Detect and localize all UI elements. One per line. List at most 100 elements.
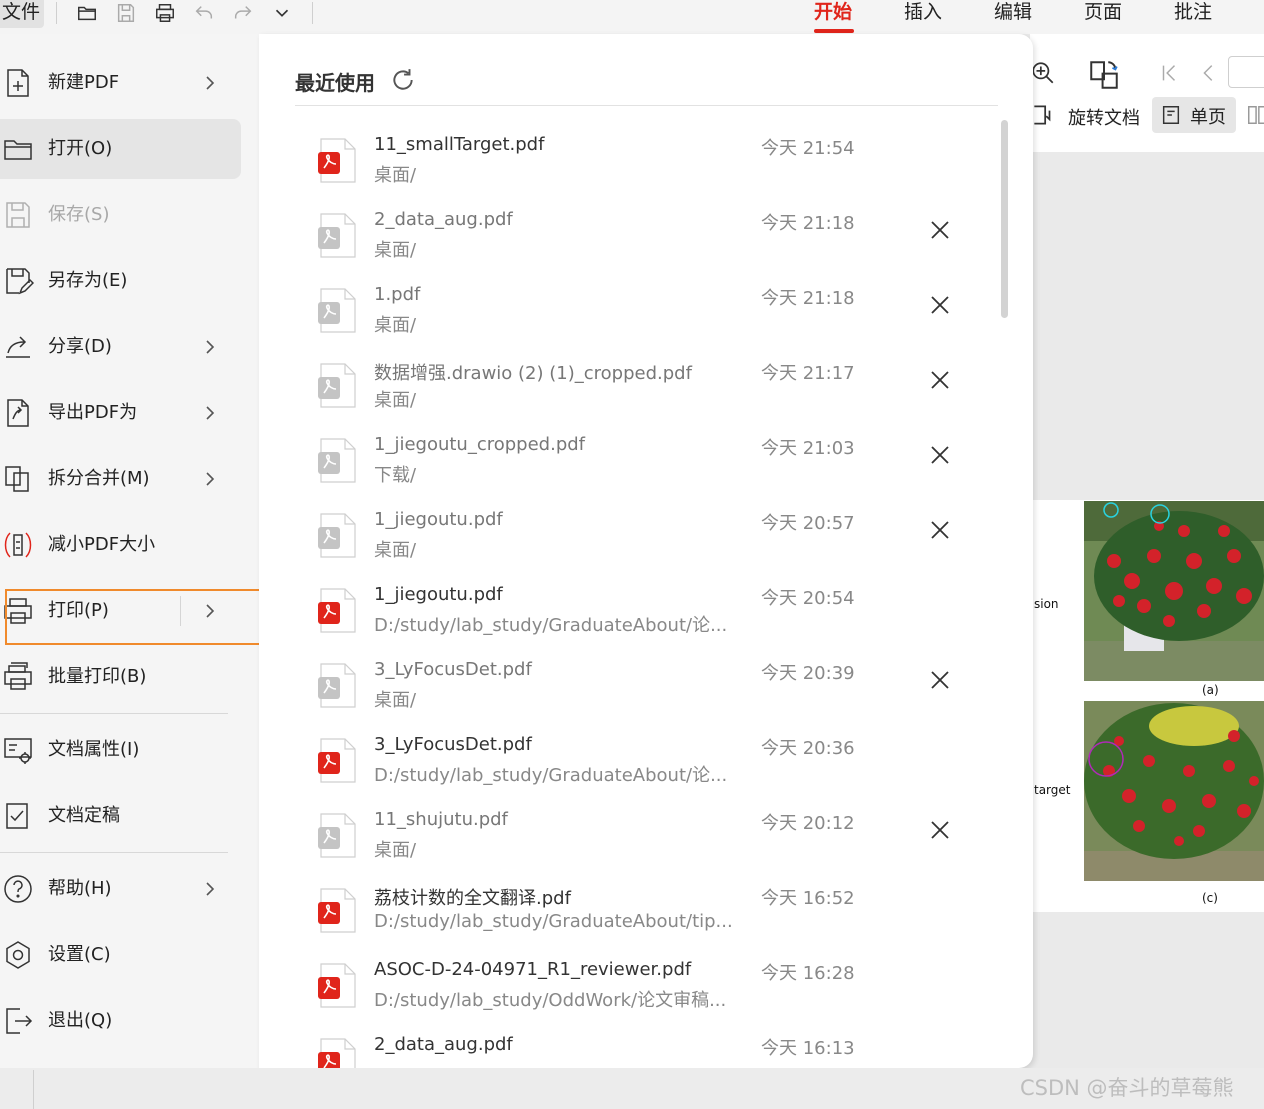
- menu-item-settings[interactable]: 设置(C): [0, 925, 241, 985]
- lychee-tree-photo-c: [1084, 701, 1264, 881]
- menu-item-compress-pdf[interactable]: 减小PDF大小: [0, 515, 241, 575]
- help-icon: [4, 875, 32, 903]
- menu-item-share[interactable]: 分享(D): [0, 317, 241, 377]
- split-merge-icon: [5, 466, 29, 492]
- menu-item-export-pdf[interactable]: 导出PDF为: [0, 383, 241, 443]
- export-pdf-icon: [7, 399, 29, 427]
- pdf-file-icon: [318, 513, 356, 558]
- exit-icon: [6, 1008, 33, 1034]
- menu-item-open[interactable]: 打开(O): [0, 119, 241, 179]
- menu-item-label: 新建PDF: [48, 72, 120, 93]
- prev-page-icon[interactable]: [1198, 62, 1220, 84]
- tab-start[interactable]: 开始: [814, 0, 852, 24]
- fit-page-icon[interactable]: [1030, 102, 1056, 128]
- undo-icon[interactable]: [189, 0, 219, 26]
- recent-file-row[interactable]: 1_jiegoutu_cropped.pdf 下载/今天 21:03: [295, 428, 985, 503]
- recent-file-row[interactable]: ASOC-D-24-04971_R1_reviewer.pdf D:/study/…: [295, 953, 985, 1028]
- pdf-file-icon: [318, 963, 356, 1008]
- recent-file-row[interactable]: 11_shujutu.pdf 桌面/今天 20:12: [295, 803, 985, 878]
- divider: [56, 2, 57, 24]
- menu-item-split-merge[interactable]: 拆分合并(M): [0, 449, 241, 509]
- tab-page[interactable]: 页面: [1084, 0, 1122, 24]
- recent-file-row[interactable]: 数据增强.drawio (2) (1)_cropped.pdf 桌面/今天 21:…: [295, 353, 985, 428]
- menu-item-save[interactable]: 保存(S): [0, 185, 241, 245]
- divider: [295, 105, 998, 106]
- dual-page-icon[interactable]: [1246, 102, 1264, 128]
- recent-file-row[interactable]: 1_jiegoutu.pdf 桌面/今天 20:57: [295, 503, 985, 578]
- file-time: 今天 20:12: [761, 813, 855, 834]
- pdf-file-icon: [318, 438, 356, 483]
- file-name: 1_jiegoutu_cropped.pdf: [374, 434, 586, 455]
- pdf-file-icon: [318, 663, 356, 708]
- file-time: 今天 20:57: [761, 513, 855, 534]
- recent-file-row[interactable]: 1.pdf 桌面/今天 21:18: [295, 278, 985, 353]
- tab-insert[interactable]: 插入: [904, 0, 942, 24]
- menu-item-label: 保存(S): [48, 204, 110, 225]
- file-name: 11_smallTarget.pdf: [374, 134, 545, 155]
- page-number-input[interactable]: [1228, 56, 1264, 88]
- save-as-icon: [6, 268, 34, 295]
- recent-file-row[interactable]: 荔枝计数的全文翻译.pdf D:/study/lab_study/Graduate…: [295, 878, 985, 953]
- file-time: 今天 20:36: [761, 738, 855, 759]
- file-time: 今天 16:52: [761, 888, 855, 909]
- remove-recent-icon[interactable]: [929, 219, 951, 241]
- menu-item-doc-properties[interactable]: 文档属性(I): [0, 720, 241, 780]
- file-time: 今天 16:13: [761, 1038, 855, 1059]
- menu-item-label: 打开(O): [48, 138, 113, 159]
- first-page-icon[interactable]: [1158, 62, 1180, 84]
- chevron-right-icon: [206, 340, 215, 354]
- remove-recent-icon[interactable]: [929, 294, 951, 316]
- redo-icon[interactable]: [228, 0, 258, 26]
- file-name: 数据增强.drawio (2) (1)_cropped.pdf: [374, 363, 692, 384]
- menu-item-save-as[interactable]: 另存为(E): [0, 251, 241, 311]
- remove-recent-icon[interactable]: [929, 369, 951, 391]
- menu-separator: [0, 852, 228, 853]
- tab-edit[interactable]: 编辑: [994, 0, 1032, 24]
- menu-item-label: 导出PDF为: [48, 402, 138, 423]
- remove-recent-icon[interactable]: [929, 669, 951, 691]
- pdf-file-icon: [318, 813, 356, 858]
- menu-item-new-pdf[interactable]: 新建PDF: [0, 53, 241, 113]
- more-icon[interactable]: [267, 0, 297, 26]
- print-highlight-box: [5, 589, 273, 645]
- file-name: ASOC-D-24-04971_R1_reviewer.pdf: [374, 959, 692, 980]
- refresh-icon[interactable]: [390, 67, 416, 93]
- recent-file-row[interactable]: 2_data_aug.pdf 桌面/今天 21:18: [295, 203, 985, 278]
- single-page-button[interactable]: 单页: [1152, 97, 1236, 133]
- rotate-document-icon[interactable]: [1087, 58, 1121, 92]
- recent-file-row[interactable]: 3_LyFocusDet.pdf D:/study/lab_study/Gradu…: [295, 728, 985, 803]
- recent-file-row[interactable]: 1_jiegoutu.pdf D:/study/lab_study/Graduat…: [295, 578, 985, 653]
- file-menu-button[interactable]: 文件: [0, 0, 44, 28]
- menu-item-help[interactable]: 帮助(H): [0, 859, 241, 919]
- remove-recent-icon[interactable]: [929, 519, 951, 541]
- recent-title: 最近使用: [295, 71, 375, 95]
- file-path: D:/study/lab_study/GraduateAbout/论...: [374, 765, 728, 786]
- watermark: CSDN @奋斗的草莓熊: [1020, 1076, 1234, 1100]
- tab-annotate[interactable]: 批注: [1174, 0, 1212, 24]
- scrollbar-thumb[interactable]: [1001, 120, 1008, 318]
- chevron-right-icon: [206, 882, 215, 896]
- open-folder-icon[interactable]: [72, 0, 102, 26]
- file-path: D:/study/lab_study/GraduateAbout/tip...: [374, 911, 733, 932]
- file-path: 桌面/: [374, 315, 417, 336]
- remove-recent-icon[interactable]: [929, 819, 951, 841]
- compress-icon: [4, 532, 32, 558]
- menu-item-exit[interactable]: 退出(Q): [0, 991, 241, 1051]
- settings-icon: [6, 941, 30, 969]
- top-bar: 文件 开始 插入 编辑 页面 批注: [0, 0, 1264, 34]
- remove-recent-icon[interactable]: [929, 444, 951, 466]
- zoom-in-icon[interactable]: [1030, 60, 1056, 86]
- file-path: 桌面/: [374, 390, 417, 411]
- menu-item-finalize[interactable]: 文档定稿: [0, 786, 241, 846]
- print-icon[interactable]: [150, 0, 180, 26]
- recent-file-row[interactable]: 3_LyFocusDet.pdf 桌面/今天 20:39: [295, 653, 985, 728]
- rotate-document-label[interactable]: 旋转文档: [1068, 104, 1140, 130]
- recent-file-row[interactable]: 2_data_aug.pdf 今天 16:13: [295, 1028, 985, 1068]
- pdf-file-icon: [318, 588, 356, 633]
- save-icon[interactable]: [111, 0, 141, 26]
- chevron-right-icon: [206, 76, 215, 90]
- recent-file-row[interactable]: 11_smallTarget.pdf 桌面/今天 21:54: [295, 128, 985, 203]
- file-path: 桌面/: [374, 165, 417, 186]
- menu-item-batch-print[interactable]: 批量打印(B): [0, 647, 241, 707]
- file-name: 3_LyFocusDet.pdf: [374, 659, 532, 680]
